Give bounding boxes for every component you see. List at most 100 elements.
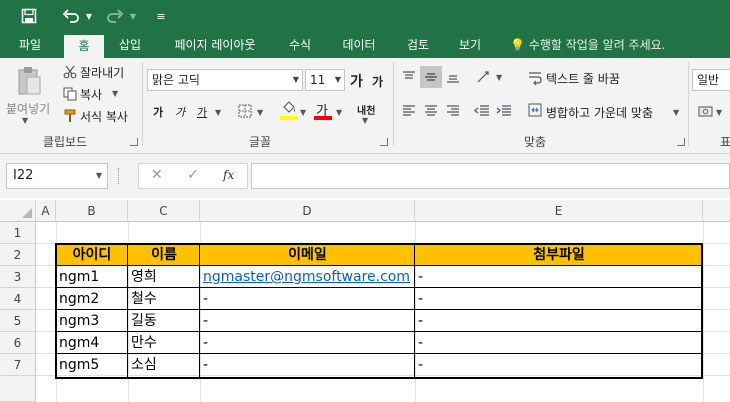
underline-button[interactable]: 가: [197, 104, 207, 120]
table-cell-id[interactable]: ngm1: [56, 266, 128, 288]
number-format-select[interactable]: 일반: [692, 69, 730, 91]
header-cell-name[interactable]: 이름: [128, 244, 200, 266]
column-header-e[interactable]: E: [415, 200, 703, 222]
column-header-a[interactable]: A: [36, 200, 56, 222]
table-cell-name[interactable]: 철수: [128, 288, 200, 310]
phonetic-button[interactable]: 내천: [357, 102, 375, 117]
font-name-select[interactable]: 맑은 고딕 ▼: [147, 69, 303, 91]
italic-button[interactable]: 가: [175, 104, 185, 120]
table-cell-id[interactable]: ngm2: [56, 288, 128, 310]
header-cell-attachment[interactable]: 첨부파일: [415, 244, 703, 266]
table-cell-attachment[interactable]: -: [415, 266, 703, 288]
insert-function-icon[interactable]: fx: [223, 168, 234, 182]
align-middle-icon[interactable]: [420, 66, 442, 88]
underline-dropdown-icon[interactable]: ▼: [215, 108, 221, 117]
cancel-icon[interactable]: ✕: [151, 167, 163, 183]
column-header-f[interactable]: [703, 200, 730, 222]
decrease-indent-icon[interactable]: [472, 102, 492, 120]
table-cell-name[interactable]: 소심: [128, 354, 200, 376]
font-launcher-icon[interactable]: [380, 138, 388, 146]
paste-button[interactable]: 붙여넣기: [6, 100, 50, 117]
alignment-launcher-icon[interactable]: [677, 138, 685, 146]
align-right-icon[interactable]: [444, 102, 462, 120]
select-all-corner[interactable]: [0, 200, 36, 222]
formula-input[interactable]: [251, 163, 730, 189]
border-icon[interactable]: [236, 102, 254, 120]
table-cell-email[interactable]: -: [200, 288, 415, 310]
row-header-1[interactable]: 1: [0, 222, 36, 244]
header-cell-email[interactable]: 이메일: [200, 244, 415, 266]
table-cell-attachment[interactable]: -: [415, 354, 703, 376]
format-painter-button[interactable]: 서식 복사: [80, 108, 128, 125]
tab-view[interactable]: 보기: [450, 32, 490, 58]
row-header-6[interactable]: 6: [0, 332, 36, 354]
currency-dropdown-icon[interactable]: ▼: [716, 108, 722, 117]
table-cell-attachment[interactable]: -: [415, 332, 703, 354]
table-cell-email[interactable]: -: [200, 354, 415, 376]
phonetic-dropdown-icon[interactable]: ▼: [362, 116, 368, 125]
copy-dropdown-icon[interactable]: ▼: [112, 89, 118, 98]
tab-formulas[interactable]: 수식: [280, 32, 320, 58]
row-header-8[interactable]: [0, 376, 36, 402]
table-cell-attachment[interactable]: -: [415, 310, 703, 332]
table-cell-name[interactable]: 만수: [128, 332, 200, 354]
header-cell-id[interactable]: 아이디: [56, 244, 128, 266]
increase-indent-icon[interactable]: [494, 102, 514, 120]
table-cell-id[interactable]: ngm5: [56, 354, 128, 376]
customize-qat-icon[interactable]: ≡: [154, 5, 168, 27]
table-cell-email[interactable]: -: [200, 332, 415, 354]
merge-dropdown-icon[interactable]: ▼: [673, 108, 679, 117]
fill-color-dropdown-icon[interactable]: ▼: [300, 108, 306, 117]
redo-dropdown-icon[interactable]: ▼: [128, 5, 138, 27]
tab-review[interactable]: 검토: [396, 32, 440, 58]
enter-icon[interactable]: ✓: [187, 167, 199, 183]
orientation-dropdown-icon[interactable]: ▼: [496, 73, 502, 82]
currency-format-icon[interactable]: [696, 102, 716, 120]
table-cell-id[interactable]: ngm3: [56, 310, 128, 332]
table-cell-name[interactable]: 영희: [128, 266, 200, 288]
column-header-c[interactable]: C: [128, 200, 200, 222]
formula-bar-splitter[interactable]: [118, 168, 120, 184]
align-center-icon[interactable]: [422, 102, 440, 120]
column-header-d[interactable]: D: [200, 200, 415, 222]
font-color-dropdown-icon[interactable]: ▼: [336, 108, 342, 117]
align-top-icon[interactable]: [400, 68, 418, 86]
tab-file[interactable]: 파일: [8, 32, 52, 58]
paste-dropdown-icon[interactable]: ▼: [22, 116, 28, 125]
row-header-4[interactable]: 4: [0, 288, 36, 310]
save-icon[interactable]: [18, 5, 40, 27]
tab-insert[interactable]: 삽입: [110, 32, 150, 58]
tab-data[interactable]: 데이터: [332, 32, 386, 58]
table-cell-attachment[interactable]: -: [415, 288, 703, 310]
border-dropdown-icon[interactable]: ▼: [257, 108, 263, 117]
row-header-2[interactable]: 2: [0, 244, 36, 266]
row-header-7[interactable]: 7: [0, 354, 36, 376]
grow-font-button[interactable]: 가: [350, 71, 363, 91]
tell-me-box[interactable]: 💡 수행할 작업을 알려 주세요.: [510, 32, 665, 58]
table-cell-email[interactable]: -: [200, 310, 415, 332]
align-left-icon[interactable]: [400, 102, 418, 120]
tab-page-layout[interactable]: 페이지 레이아웃: [162, 32, 268, 58]
table-cell-email-link[interactable]: ngmaster@ngmsoftware.com: [200, 266, 415, 288]
column-header-b[interactable]: B: [56, 200, 128, 222]
font-size-select[interactable]: 11 ▼: [305, 69, 345, 91]
name-box[interactable]: I22 ▼: [6, 163, 108, 189]
orientation-icon[interactable]: [474, 68, 494, 86]
cut-button[interactable]: 잘라내기: [80, 64, 124, 81]
wrap-text-button[interactable]: 텍스트 줄 바꿈: [546, 70, 620, 87]
align-bottom-icon[interactable]: [444, 68, 462, 86]
undo-dropdown-icon[interactable]: ▼: [84, 5, 94, 27]
merge-center-button[interactable]: 병합하고 가운데 맞춤: [546, 104, 653, 121]
undo-icon[interactable]: [60, 5, 82, 27]
row-header-5[interactable]: 5: [0, 310, 36, 332]
bold-button[interactable]: 가: [153, 104, 163, 120]
table-cell-id[interactable]: ngm4: [56, 332, 128, 354]
copy-button[interactable]: 복사: [80, 86, 102, 103]
redo-icon[interactable]: [104, 5, 126, 27]
shrink-font-button[interactable]: 가: [372, 73, 383, 90]
row-header-3[interactable]: 3: [0, 266, 36, 288]
fill-color-icon[interactable]: [280, 100, 298, 116]
clipboard-launcher-icon[interactable]: [130, 138, 138, 146]
paste-icon[interactable]: [14, 64, 44, 98]
table-cell-name[interactable]: 길동: [128, 310, 200, 332]
